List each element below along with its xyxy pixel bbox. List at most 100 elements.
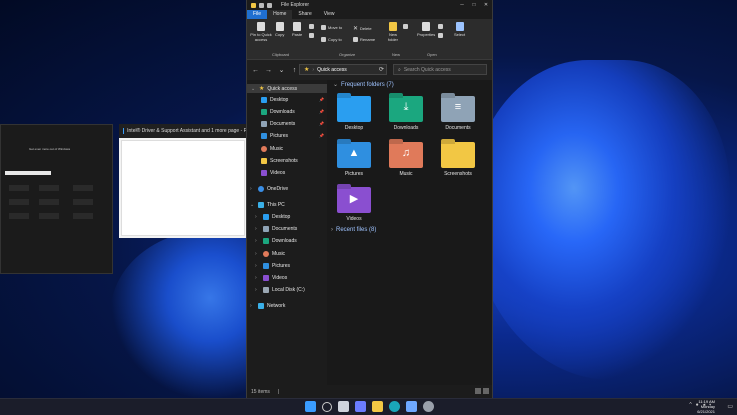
nav-pc-local-disk[interactable]: ›Local Disk (C:) xyxy=(255,287,305,293)
chevron-right-icon: › xyxy=(255,287,260,293)
folder-label: Screenshots xyxy=(444,171,472,177)
folder-tile-downloads[interactable]: ⤓ Downloads xyxy=(386,96,426,131)
up-arrow-icon[interactable]: ↑ xyxy=(290,67,299,74)
option-row xyxy=(9,199,29,205)
refresh-icon[interactable]: ⟳ xyxy=(379,66,384,73)
nav-qa-music[interactable]: Music xyxy=(261,146,283,152)
folder-tile-screenshots[interactable]: Screenshots xyxy=(438,142,478,177)
move-to-button[interactable]: Move to xyxy=(321,25,342,30)
nav-qa-desktop[interactable]: Desktop xyxy=(261,97,288,103)
item-count: 15 items xyxy=(251,389,270,395)
start-icon[interactable] xyxy=(305,401,316,412)
nav-qa-screenshots[interactable]: Screenshots xyxy=(261,158,298,164)
nav-pc-documents[interactable]: ›Documents xyxy=(255,226,297,232)
back-arrow-icon[interactable]: ← xyxy=(251,67,260,74)
copy-to-icon xyxy=(321,37,326,42)
chevron-right-icon: › xyxy=(250,303,255,309)
frequent-folders-header[interactable]: ⌄ Frequent folders (7) xyxy=(333,81,394,88)
select-button[interactable]: Select xyxy=(454,22,465,37)
edit-button[interactable] xyxy=(438,33,443,38)
tab-share[interactable]: Share xyxy=(292,10,317,19)
background-browser-window[interactable]: Intel® Driver & Support Assistant and 1 … xyxy=(119,124,247,238)
tab-file[interactable]: File xyxy=(247,10,267,19)
delete-icon: ✕ xyxy=(353,25,358,32)
folder-label: Downloads xyxy=(394,125,419,131)
nav-qa-documents[interactable]: Documents xyxy=(261,121,295,127)
maximize-button[interactable]: □ xyxy=(468,0,480,10)
folder-tile-documents[interactable]: ≡ Documents xyxy=(438,96,478,131)
search-placeholder: Search Quick access xyxy=(404,67,451,73)
copy-to-button[interactable]: Copy to xyxy=(321,37,342,42)
tab-home[interactable]: Home xyxy=(267,10,292,19)
settings-icon[interactable] xyxy=(423,401,434,412)
star-icon: ★ xyxy=(259,85,264,92)
breadcrumb-separator-icon: › xyxy=(312,67,314,73)
folder-icon xyxy=(251,3,256,8)
folder-tile-pictures[interactable]: ▲ Pictures xyxy=(334,142,374,177)
nav-pc-videos[interactable]: ›Videos xyxy=(255,275,287,281)
navigation-pane: ⌄ ★ Quick access Desktop 📌 Downloads 📌 D… xyxy=(247,80,327,385)
section-title: Frequent folders (7) xyxy=(341,82,394,88)
paste-button[interactable]: Paste xyxy=(292,22,302,37)
cut-button[interactable] xyxy=(309,24,314,29)
minimize-button[interactable]: ─ xyxy=(456,0,468,10)
edge-icon[interactable] xyxy=(389,401,400,412)
clock[interactable]: 11:19 AM Monday 6/21/2021 xyxy=(697,399,715,414)
address-bar[interactable]: ★ › Quick access xyxy=(299,64,387,75)
downloads-folder-icon: ⤓ xyxy=(389,96,423,122)
chevron-down-icon[interactable]: ⌄ xyxy=(277,66,286,74)
new-folder-button[interactable]: New folder xyxy=(385,22,401,42)
widgets-icon[interactable] xyxy=(355,401,366,412)
folder-tile-music[interactable]: ♫ Music xyxy=(386,142,426,177)
address-text: Quick access xyxy=(317,67,347,73)
nav-qa-pictures[interactable]: Pictures xyxy=(261,133,288,139)
search-icon[interactable] xyxy=(322,402,332,412)
rename-button[interactable]: Rename xyxy=(353,37,375,42)
notification-icon[interactable]: ▭ xyxy=(727,403,733,410)
copy-path-button[interactable] xyxy=(309,33,314,38)
details-view-icon[interactable] xyxy=(475,388,481,394)
nav-label: OneDrive xyxy=(267,186,288,192)
chevron-up-icon[interactable]: ^ xyxy=(689,402,691,408)
option-row xyxy=(73,185,93,191)
nav-qa-downloads[interactable]: Downloads xyxy=(261,109,295,115)
nav-onedrive[interactable]: ›OneDrive xyxy=(250,186,288,192)
nav-pc-music[interactable]: ›Music xyxy=(255,251,285,257)
nav-qa-videos[interactable]: Videos xyxy=(261,170,285,176)
nav-label: This PC xyxy=(267,202,285,208)
browser-page xyxy=(121,140,245,236)
task-view-icon[interactable] xyxy=(338,401,349,412)
file-explorer-window[interactable]: File Explorer ─ □ ✕ File Home Share View… xyxy=(246,0,493,398)
nav-network[interactable]: ›Network xyxy=(250,303,285,309)
videos-folder-icon: ▶ xyxy=(337,187,371,213)
folder-tile-videos[interactable]: ▶ Videos xyxy=(334,187,374,222)
quick-action-icon[interactable] xyxy=(267,3,272,8)
large-icons-view-icon[interactable] xyxy=(483,388,489,394)
select-icon xyxy=(456,22,464,31)
chevron-right-icon: › xyxy=(331,227,333,233)
select-label: Select xyxy=(454,32,465,37)
store-icon[interactable] xyxy=(406,401,417,412)
new-item-button[interactable] xyxy=(403,24,408,29)
folder-label: Pictures xyxy=(345,171,363,177)
nav-pc-pictures[interactable]: ›Pictures xyxy=(255,263,290,269)
open-button[interactable] xyxy=(438,24,443,29)
nav-pc-desktop[interactable]: ›Desktop xyxy=(255,214,290,220)
quick-action-icon[interactable] xyxy=(259,3,264,8)
background-settings-window[interactable]: Get even more out of Windows xyxy=(0,124,113,274)
folder-tile-desktop[interactable]: Desktop xyxy=(334,96,374,131)
paste-label: Paste xyxy=(292,32,302,37)
delete-button[interactable]: ✕Delete xyxy=(353,25,372,32)
pin-to-quick-access-button[interactable]: Pin to Quick access xyxy=(249,22,273,42)
forward-arrow-icon[interactable]: → xyxy=(264,67,273,74)
properties-button[interactable]: Properties xyxy=(417,22,435,37)
search-input[interactable]: ⌕ Search Quick access xyxy=(393,64,487,75)
recent-files-header[interactable]: › Recent files (8) xyxy=(331,227,376,233)
nav-quick-access[interactable]: ⌄ ★ Quick access xyxy=(247,84,327,93)
nav-pc-downloads[interactable]: ›Downloads xyxy=(255,238,297,244)
nav-this-pc[interactable]: ⌄This PC xyxy=(250,202,285,208)
close-button[interactable]: ✕ xyxy=(480,0,492,10)
tab-view[interactable]: View xyxy=(318,10,341,19)
file-explorer-icon[interactable] xyxy=(372,401,383,412)
copy-button[interactable]: Copy xyxy=(275,22,284,37)
